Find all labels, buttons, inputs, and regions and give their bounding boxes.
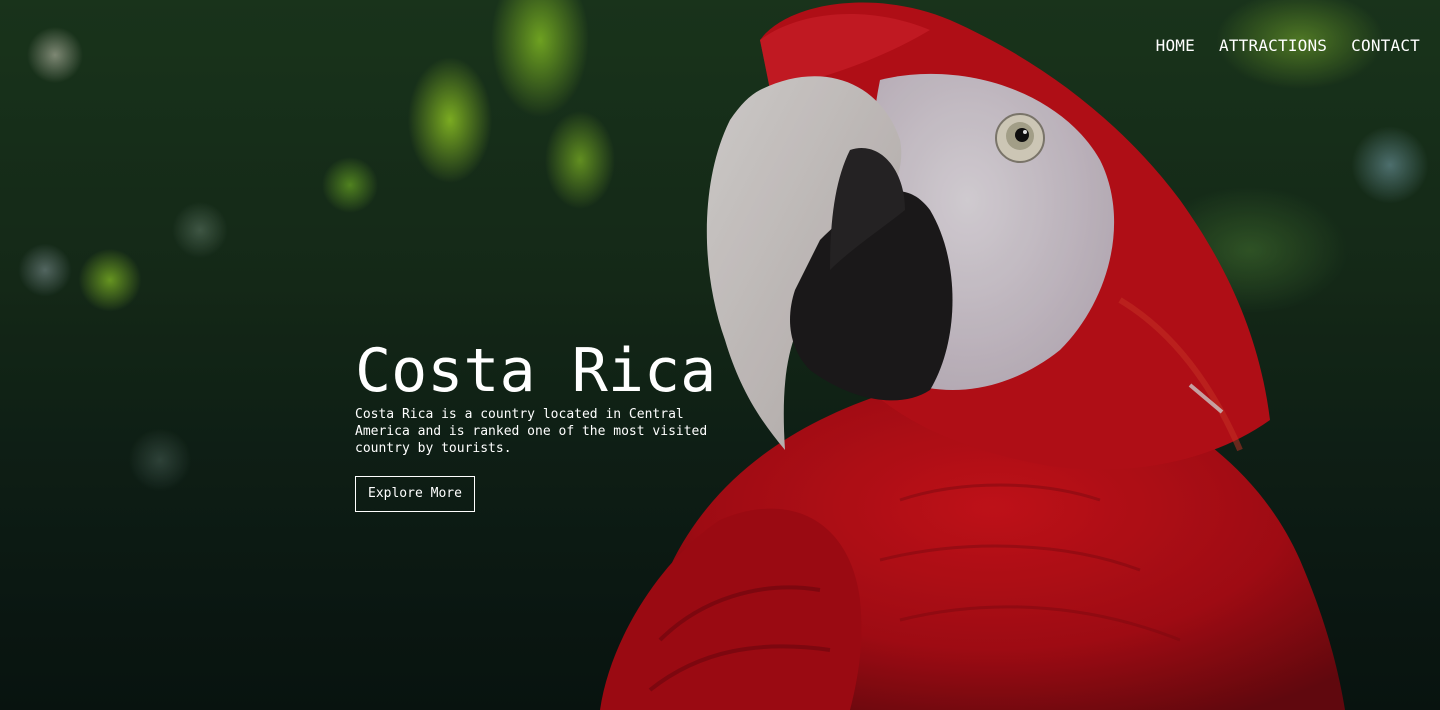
- nav-link-attractions[interactable]: ATTRACTIONS: [1219, 36, 1327, 55]
- main-navigation: HOME ATTRACTIONS CONTACT: [1156, 36, 1420, 55]
- nav-link-contact[interactable]: CONTACT: [1351, 36, 1420, 55]
- explore-more-button[interactable]: Explore More: [355, 476, 475, 512]
- hero-description: Costa Rica is a country located in Centr…: [355, 407, 708, 456]
- hero-content: Costa Rica Costa Rica is a country locat…: [355, 336, 735, 512]
- hero-title: Costa Rica: [355, 336, 717, 406]
- nav-link-home[interactable]: HOME: [1156, 36, 1195, 55]
- hero-section: HOME ATTRACTIONS CONTACT Costa Rica Cost…: [0, 0, 1440, 710]
